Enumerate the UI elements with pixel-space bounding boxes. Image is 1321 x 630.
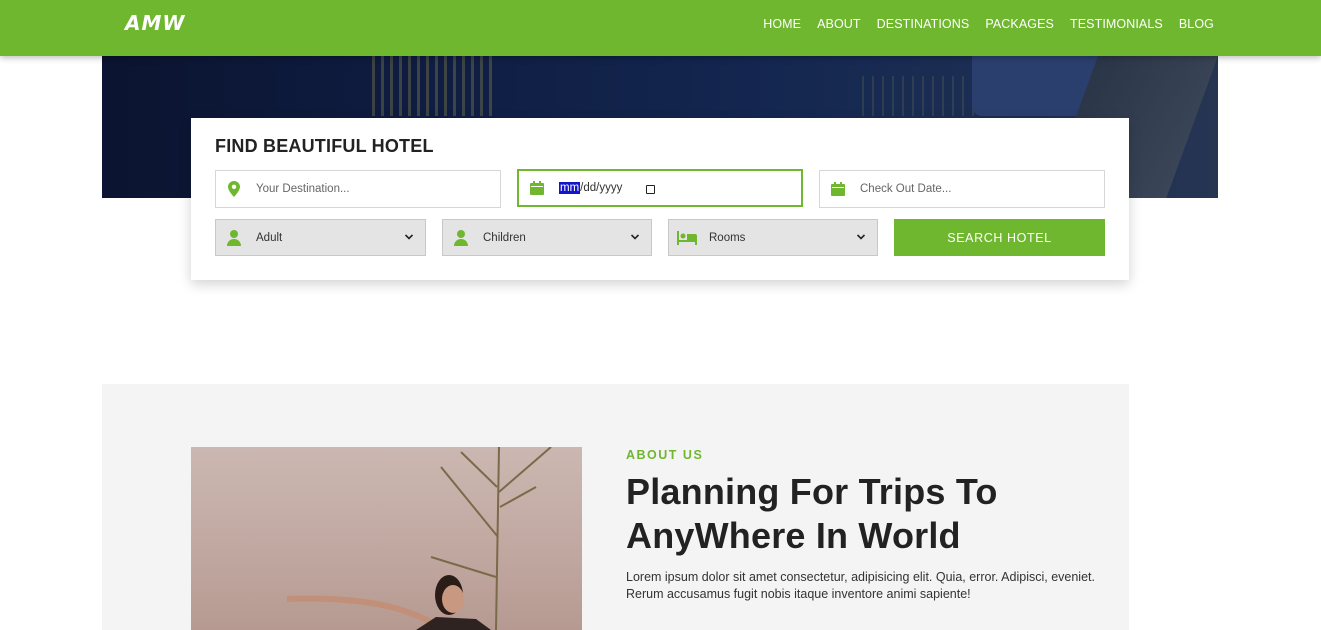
user-icon	[443, 229, 479, 246]
about-photo	[191, 447, 582, 630]
nav-about[interactable]: ABOUT	[817, 17, 861, 31]
rooms-select-value: Rooms	[709, 231, 746, 244]
chevron-down-icon	[404, 232, 425, 243]
user-icon	[216, 229, 252, 246]
nav-testimonials[interactable]: TESTIMONIALS	[1070, 17, 1163, 31]
search-title: FIND BEAUTIFUL HOTEL	[215, 136, 434, 156]
calendar-icon	[820, 182, 856, 196]
rooms-select[interactable]: Rooms	[668, 219, 878, 256]
nav-destinations[interactable]: DESTINATIONS	[877, 17, 970, 31]
about-section: ABOUT US Planning For Trips To AnyWhere …	[102, 384, 1129, 630]
check-in-date-value: mm/dd/yyyy	[559, 182, 622, 194]
check-out-date-field[interactable]: Check Out Date...	[819, 170, 1105, 208]
chevron-down-icon	[630, 232, 651, 243]
date-picker-icon[interactable]	[646, 184, 656, 194]
bed-icon	[669, 230, 705, 245]
calendar-icon	[519, 181, 555, 195]
adult-select-value: Adult	[256, 231, 283, 244]
hero-reflection	[372, 56, 492, 116]
map-marker-icon	[216, 181, 252, 197]
navbar: AMW HOME ABOUT DESTINATIONS PACKAGES TES…	[0, 0, 1321, 56]
brand-logo[interactable]: AMW	[125, 11, 185, 35]
destination-placeholder: Your Destination...	[256, 183, 350, 195]
children-select[interactable]: Children	[442, 219, 652, 256]
nav-blog[interactable]: BLOG	[1179, 17, 1214, 31]
children-select-value: Children	[483, 231, 526, 244]
main-nav: HOME ABOUT DESTINATIONS PACKAGES TESTIMO…	[763, 17, 1214, 31]
chevron-down-icon	[856, 232, 877, 243]
check-out-placeholder: Check Out Date...	[860, 183, 952, 195]
search-hotel-button[interactable]: SEARCH HOTEL	[894, 219, 1105, 256]
destination-field[interactable]: Your Destination...	[215, 170, 501, 208]
date-rest-segment: /dd/yyyy	[580, 182, 623, 194]
nav-packages[interactable]: PACKAGES	[985, 17, 1054, 31]
about-kicker: ABOUT US	[626, 448, 704, 462]
about-heading: Planning For Trips To AnyWhere In World	[626, 471, 998, 556]
hotel-search-card: FIND BEAUTIFUL HOTEL Your Destination...…	[191, 118, 1129, 280]
check-in-date-field[interactable]: mm/dd/yyyy	[517, 169, 803, 207]
nav-home[interactable]: HOME	[763, 17, 801, 31]
date-month-segment[interactable]: mm	[559, 182, 581, 194]
adult-select[interactable]: Adult	[215, 219, 426, 256]
about-body: Lorem ipsum dolor sit amet consectetur, …	[626, 570, 1095, 601]
